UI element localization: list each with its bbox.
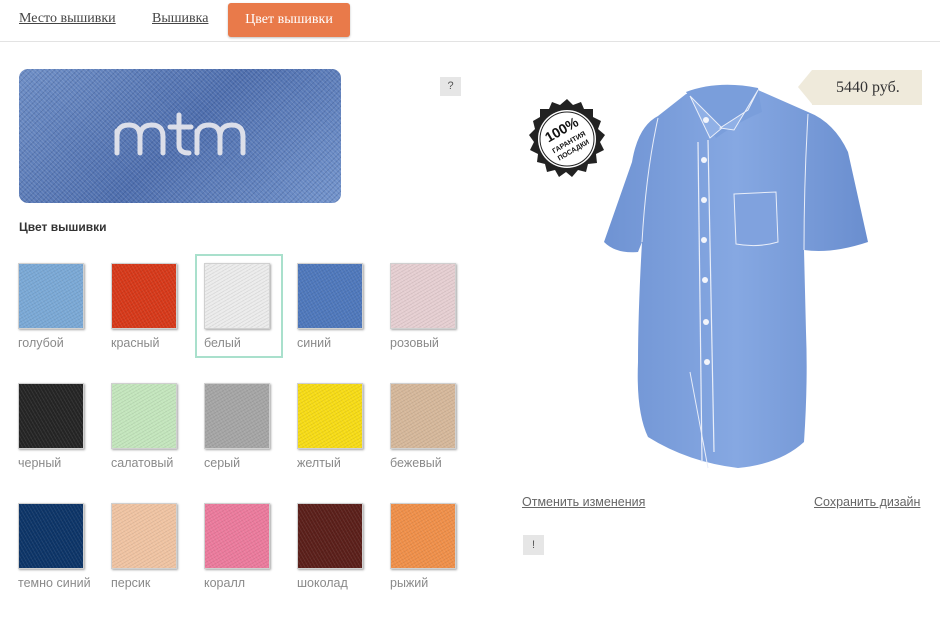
tab-embroidery[interactable]: Вышивка [152, 11, 208, 27]
swatch-chip [111, 263, 177, 329]
swatch-white-selected[interactable]: белый [195, 254, 283, 358]
swatch-chocolate[interactable]: шоколад [297, 503, 363, 590]
swatch-pink[interactable]: розовый [390, 263, 456, 350]
swatch-chip [297, 263, 363, 329]
tab-placement[interactable]: Место вышивки [19, 11, 116, 27]
swatch-chip [297, 503, 363, 569]
swatch-label: темно синий [18, 576, 91, 590]
save-design-link[interactable]: Сохранить дизайн [814, 495, 920, 509]
swatch-chip [390, 263, 456, 329]
help-button[interactable]: ? [440, 77, 461, 96]
swatch-label: белый [204, 336, 241, 350]
embroidery-preview [19, 69, 341, 203]
swatch-chip [111, 503, 177, 569]
swatch-black[interactable]: черный [18, 383, 84, 470]
swatch-coral[interactable]: коралл [204, 503, 270, 590]
swatch-gray[interactable]: серый [204, 383, 270, 470]
swatch-beige[interactable]: бежевый [390, 383, 456, 470]
embroidery-text-mtm [114, 112, 246, 156]
swatch-light-green[interactable]: салатовый [111, 383, 177, 470]
cancel-changes-link[interactable]: Отменить изменения [522, 495, 645, 509]
swatch-label: голубой [18, 336, 64, 350]
swatch-label: шоколад [297, 576, 348, 590]
tab-bar: Место вышивки Вышивка Цвет вышивки [0, 0, 940, 42]
swatch-chip [204, 263, 270, 329]
swatch-label: рыжий [390, 576, 429, 590]
swatch-label: салатовый [111, 456, 174, 470]
shirt-preview [598, 82, 874, 474]
swatch-chip [111, 383, 177, 449]
section-title: Цвет вышивки [19, 220, 107, 234]
swatch-label: серый [204, 456, 241, 470]
swatch-chip [297, 383, 363, 449]
swatch-chip [204, 383, 270, 449]
swatch-red[interactable]: красный [111, 263, 177, 350]
swatch-ginger[interactable]: рыжий [390, 503, 456, 590]
swatch-blue[interactable]: синий [297, 263, 363, 350]
swatch-chip [18, 263, 84, 329]
tab-color-active[interactable]: Цвет вышивки [228, 3, 350, 37]
info-button[interactable]: ! [523, 535, 544, 555]
swatch-label: бежевый [390, 456, 442, 470]
swatch-light-blue[interactable]: голубой [18, 263, 84, 350]
swatch-chip [390, 383, 456, 449]
swatch-label: персик [111, 576, 151, 590]
swatch-chip [390, 503, 456, 569]
swatch-label: красный [111, 336, 160, 350]
swatch-yellow[interactable]: желтый [297, 383, 363, 470]
swatch-label: желтый [297, 456, 341, 470]
swatch-navy[interactable]: темно синий [18, 503, 91, 590]
swatch-chip [18, 503, 84, 569]
swatch-label: синий [297, 336, 332, 350]
swatch-label: черный [18, 456, 62, 470]
swatch-label: коралл [204, 576, 246, 590]
swatch-chip [18, 383, 84, 449]
swatch-chip [204, 503, 270, 569]
swatch-label: розовый [390, 336, 439, 350]
swatch-peach[interactable]: персик [111, 503, 177, 590]
